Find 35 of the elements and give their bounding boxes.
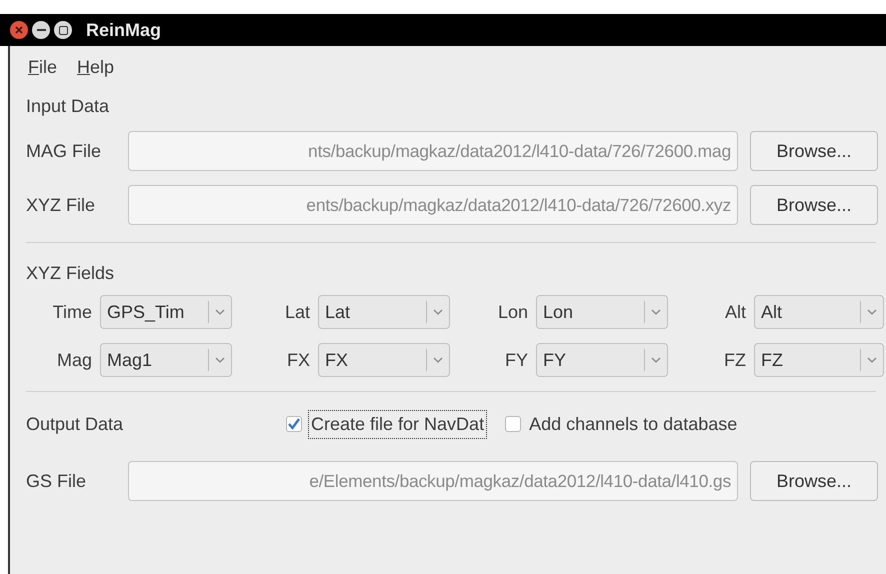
field-dropdown[interactable]: Alt (754, 295, 884, 329)
field-label: Alt (724, 300, 747, 324)
field-dropdown[interactable]: FZ (754, 343, 884, 377)
field-dropdown[interactable]: FX (318, 343, 450, 377)
field-dropdown[interactable]: FY (536, 343, 668, 377)
browse-button[interactable]: Browse... (750, 461, 878, 501)
checkbox[interactable] (286, 416, 302, 432)
field-dropdown[interactable]: Mag1 (100, 343, 232, 377)
field-label: FY (504, 348, 529, 372)
section-heading: XYZ Fields (26, 262, 116, 284)
field-label: GS File (26, 470, 88, 492)
field-label: Mag (56, 348, 93, 372)
close-icon[interactable] (10, 21, 28, 39)
checkbox-label[interactable]: Create file for NavDat (308, 410, 488, 438)
menu-item[interactable]: Help (75, 54, 116, 80)
browse-button[interactable]: Browse... (750, 131, 878, 171)
field-label: Lon (496, 300, 529, 324)
field-label: FX (286, 348, 311, 372)
field-dropdown[interactable]: Lat (318, 295, 450, 329)
field-label: MAG File (26, 140, 102, 162)
checkbox-label[interactable]: Add channels to database (527, 410, 740, 438)
field-label: FZ (723, 348, 747, 372)
field-label: Time (52, 300, 93, 324)
field-label: XYZ File (26, 194, 96, 216)
field-dropdown[interactable]: GPS_Tim (100, 295, 232, 329)
field-label: Lat (284, 300, 311, 324)
maximize-icon[interactable] (54, 21, 72, 39)
window-title: ReinMag (86, 18, 162, 42)
minimize-icon[interactable] (32, 21, 50, 39)
browse-button[interactable]: Browse... (750, 185, 878, 225)
section-heading: Input Data (26, 94, 110, 118)
checkbox[interactable] (505, 416, 522, 432)
section-heading: Output Data (26, 412, 124, 436)
menu-item[interactable]: File (26, 54, 60, 80)
field-dropdown[interactable]: Lon (536, 295, 668, 329)
